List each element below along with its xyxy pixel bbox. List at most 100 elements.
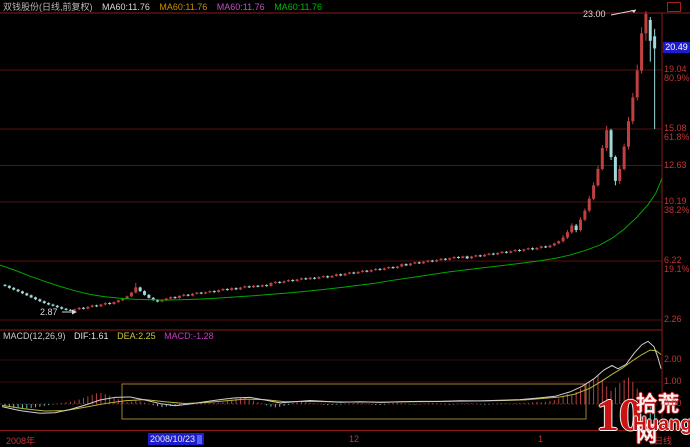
dif-value: DIF:1.61: [74, 331, 109, 341]
candle-body: [557, 241, 561, 244]
candle-body: [452, 256, 456, 259]
candle-body: [631, 97, 635, 122]
ma-label-1: MA60:11.76: [102, 2, 150, 12]
candle-body: [574, 225, 578, 231]
candle-body: [579, 219, 583, 231]
candle-body: [321, 276, 325, 278]
candle-body: [535, 247, 539, 250]
candle-body: [34, 297, 38, 300]
candle-body: [387, 267, 391, 269]
candle-body: [299, 278, 303, 280]
macd-axis-label: 0.00: [664, 398, 682, 408]
candle-body: [221, 289, 225, 291]
candle-body: [12, 287, 16, 290]
candle-body: [217, 290, 221, 293]
candle-body: [273, 281, 277, 283]
candle-body: [496, 252, 500, 255]
candle-body: [252, 285, 256, 288]
candle-body: [522, 249, 526, 251]
candle-body: [134, 287, 138, 293]
candle-body: [129, 292, 133, 297]
ma-label-4: MA60:11.76: [274, 2, 323, 12]
candle-body: [417, 262, 421, 264]
chart-canvas[interactable]: [0, 0, 690, 447]
candle-body: [395, 266, 399, 269]
candle-body: [334, 274, 338, 276]
price-axis-percent: 19.1%: [664, 264, 690, 275]
candle-body: [443, 258, 447, 260]
candle-body: [517, 249, 521, 251]
candle-body: [465, 256, 469, 259]
candle-body: [51, 304, 55, 306]
candle-body: [635, 70, 639, 98]
candle-body: [504, 251, 508, 253]
candle-body: [291, 280, 295, 282]
candle-body: [42, 301, 46, 304]
candle-body: [583, 210, 587, 220]
price-axis-percent: 61.8%: [664, 132, 690, 142]
candle-body: [204, 292, 208, 294]
stock-title: 双钱股份(日线,前复权): [3, 2, 93, 12]
month-label-jan: 1: [538, 434, 544, 444]
last-price-box: 20.49: [663, 42, 690, 53]
candle-body: [112, 302, 116, 304]
candle-body: [561, 237, 565, 242]
candle-body: [565, 232, 569, 238]
price-axis-percent: 38.2%: [664, 204, 690, 215]
candle-body: [286, 280, 290, 282]
candle-body: [570, 225, 574, 233]
candle-body: [326, 276, 330, 278]
chart-app-window: 双钱股份(日线,前复权) MA60:11.76 MA60:11.76 MA60:…: [0, 0, 690, 447]
bottom-time-axis[interactable]: 2008年 2008/10/23 12 1 日线: [0, 430, 690, 447]
candle-body: [592, 185, 596, 199]
candle-body: [587, 198, 591, 211]
candle-body: [374, 268, 378, 271]
candle-body: [626, 121, 630, 147]
macd-value: MACD:-1.28: [164, 331, 214, 341]
candle-body: [470, 256, 474, 259]
candle-body: [400, 264, 404, 267]
candle-body: [16, 289, 20, 292]
candle-body: [108, 303, 112, 305]
candle-body: [86, 306, 90, 309]
candle-body: [238, 287, 242, 290]
candle-body: [20, 291, 24, 294]
annotation-low-price: 2.87: [40, 307, 58, 317]
header-bar: 双钱股份(日线,前复权) MA60:11.76 MA60:11.76 MA60:…: [3, 1, 329, 13]
candle-body: [169, 297, 173, 299]
ma-label-2: MA60:11.76: [159, 2, 208, 12]
candle-body: [278, 281, 282, 283]
candle-body: [116, 300, 120, 303]
candle-body: [653, 36, 657, 49]
candle-body: [352, 272, 356, 274]
candle-body: [234, 288, 238, 290]
candle-body: [313, 277, 317, 279]
candle-body: [330, 275, 334, 278]
candle-body: [430, 260, 434, 262]
candle-body: [600, 148, 604, 169]
candle-body: [265, 285, 269, 287]
macd-header: MACD(12,26,9) DIF:1.61 DEA:2.25 MACD:-1.…: [3, 331, 220, 342]
candle-body: [212, 291, 216, 293]
candle-body: [317, 277, 321, 279]
year-label: 2008年: [6, 436, 36, 446]
candle-body: [422, 261, 426, 264]
candle-body: [3, 284, 7, 286]
month-label-dec: 12: [349, 434, 360, 444]
candle-body: [605, 130, 609, 149]
candle-body: [260, 285, 264, 287]
ma-label-3: MA60:11.76: [216, 2, 265, 12]
candle-body: [491, 253, 495, 255]
candle-body: [544, 246, 548, 248]
candle-body: [448, 258, 452, 260]
dea-value: DEA:2.25: [117, 331, 156, 341]
candle-body: [64, 308, 68, 310]
candle-body: [199, 292, 203, 294]
candle-body: [483, 254, 487, 257]
price-axis-label: 12.63: [664, 159, 687, 170]
candle-body: [47, 303, 51, 305]
candle-body: [404, 264, 408, 266]
candle-body: [365, 270, 369, 272]
candle-body: [90, 305, 94, 307]
candle-body: [177, 295, 181, 298]
